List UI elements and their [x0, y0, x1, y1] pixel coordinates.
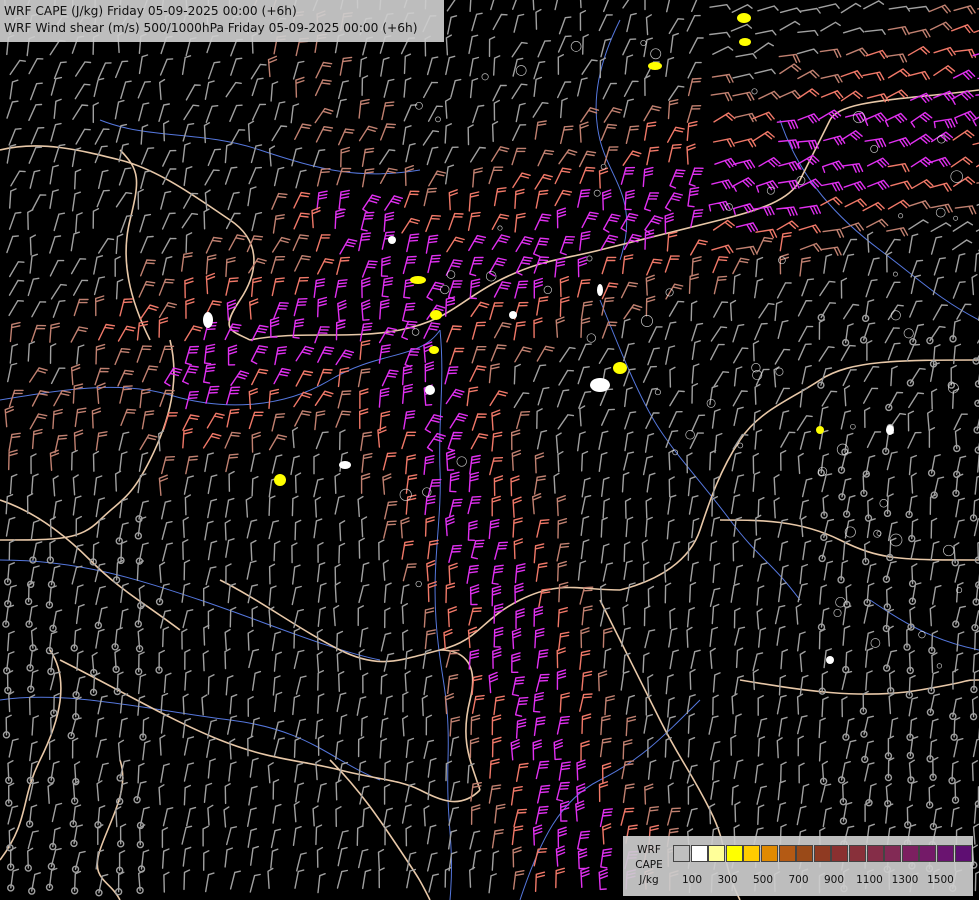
legend-swatch: [725, 845, 743, 862]
cape-cell: [203, 312, 213, 328]
legend-tick-label: 100: [681, 874, 703, 886]
legend-swatch: [919, 845, 937, 862]
legend-tick-label: 900: [823, 874, 845, 886]
cape-cell: [388, 236, 396, 244]
cape-cell: [425, 385, 435, 395]
map-title-box: WRF CAPE (J/kg) Friday 05-09-2025 00:00 …: [0, 0, 444, 42]
legend-swatch: [901, 845, 919, 862]
legend-swatch: [866, 845, 884, 862]
map-background: [0, 0, 979, 900]
legend-swatch: [796, 845, 814, 862]
cape-cell: [429, 346, 439, 354]
legend-tick-label: 700: [788, 874, 809, 886]
legend-swatch: [708, 845, 726, 862]
cape-cell: [274, 474, 286, 486]
cape-cell: [339, 461, 351, 469]
cape-cell: [886, 425, 894, 435]
cape-cell: [816, 426, 824, 434]
legend-model-label: WRF: [637, 844, 661, 856]
cape-cell: [739, 38, 751, 46]
legend-swatch: [778, 845, 796, 862]
legend-swatch: [673, 845, 690, 862]
cape-cell: [597, 284, 603, 296]
cape-cell: [430, 310, 442, 320]
legend-swatch: [690, 845, 708, 862]
legend-swatch: [954, 845, 972, 862]
cape-cell: [410, 276, 426, 284]
legend-swatch: [761, 845, 778, 862]
cape-cell: [613, 362, 627, 374]
cape-cell: [590, 378, 610, 392]
cape-legend: WRF CAPE J/kg 100 300 500 700 900 1100 1300 150…: [623, 836, 973, 896]
cape-cell: [509, 311, 517, 319]
cape-cell: [826, 656, 834, 664]
legend-swatch: [937, 845, 954, 862]
legend-tick-label: 300: [717, 874, 738, 886]
cape-cell: [737, 13, 751, 23]
cape-cell: [648, 62, 662, 70]
legend-swatch: [831, 845, 849, 862]
map-canvas: [0, 0, 979, 900]
legend-tick-label: 500: [752, 874, 774, 886]
legend-field-label: CAPE: [635, 859, 663, 871]
legend-swatch: [813, 845, 831, 862]
legend-tick-label: 1100: [856, 874, 883, 886]
legend-tick-label: 1500: [927, 874, 954, 886]
title-cape: WRF CAPE (J/kg) Friday 05-09-2025 00:00 …: [4, 4, 297, 18]
title-wind-shear: WRF Wind shear (m/s) 500/1000hPa Friday …: [4, 21, 418, 35]
legend-tick-label: 1300: [891, 874, 919, 886]
legend-swatch: [743, 845, 761, 862]
legend-swatch: [884, 845, 902, 862]
legend-unit-label: J/kg: [639, 874, 659, 886]
legend-swatch: [849, 845, 866, 862]
